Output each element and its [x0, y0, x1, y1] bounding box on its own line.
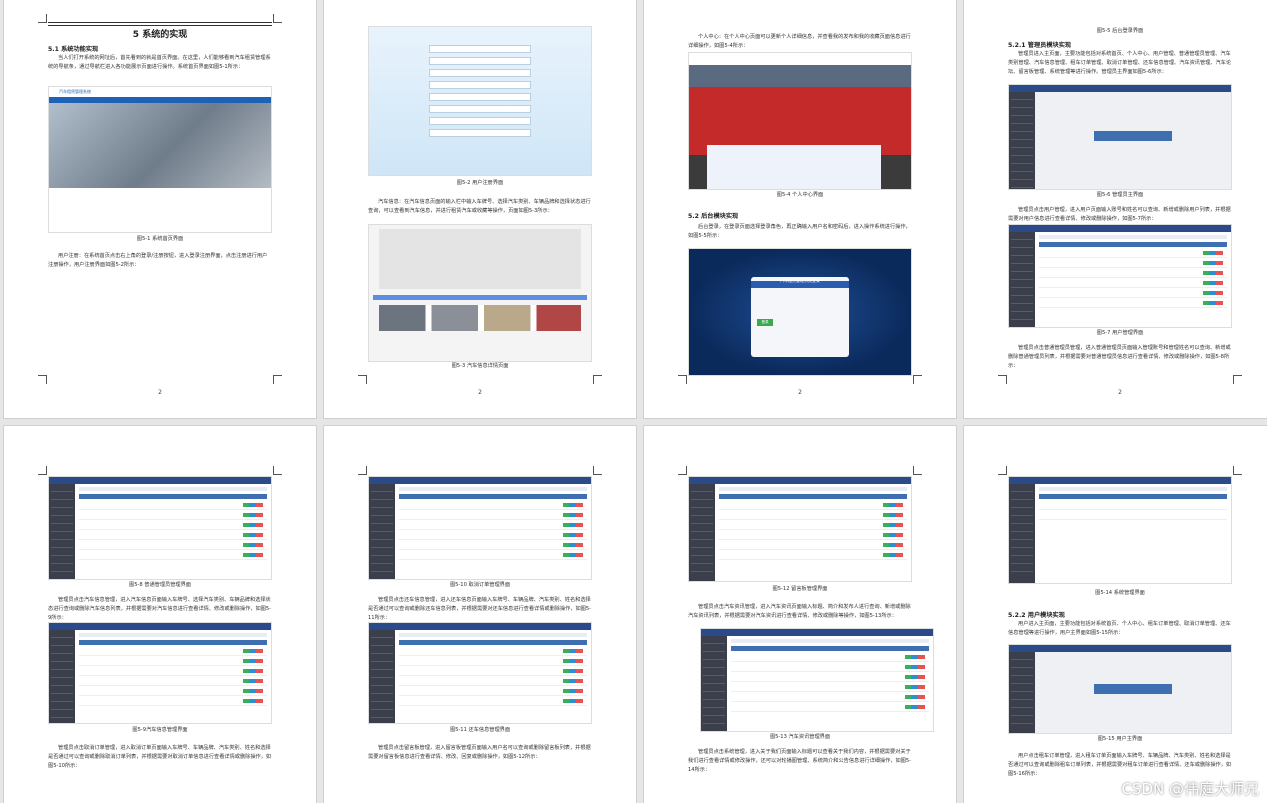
paragraph: 管理员点击汽车信息管理，进入汽车信息页面输入车牌号、选择汽车类别、车辆品牌和选择… [48, 597, 272, 621]
document-page-1: 5 系统的实现 5.1 系统功能实现 当人们打开系统的网址后，首先看到的就是首页… [4, 0, 316, 418]
paragraph: 后台登录，在登录页面选择登录角色，再正确输入用户名和密码后，进入操作系统进行操作… [688, 224, 911, 239]
crop-mark [273, 14, 282, 23]
document-page-7: 图5-12 留言板管理界面 管理员点击汽车资讯管理，进入汽车资讯页面输入标题、简… [644, 426, 956, 803]
document-page-3: 个人中心：在个人中心页面可以更新个人详细信息，并查看我的发布和我的收藏页面信息进… [644, 0, 956, 418]
paragraph: 用户进入主页面，主要功能包括对系统首页、个人中心、租车订单管理、取消订单管理、还… [1008, 621, 1231, 636]
figure-caption: 图5-10 取消订单管理界面 [449, 582, 511, 588]
crop-mark [38, 375, 47, 384]
crop-mark [678, 466, 687, 475]
page-number: 2 [158, 389, 162, 396]
document-page-2: 图5-2 用户注册界面 汽车信息：在汽车信息页面的输入栏中输入车牌号、选择汽车类… [324, 0, 636, 418]
figure-caption: 图5-14 系统管理界面 [1095, 590, 1145, 596]
figure-caption: 图5-8 普通管理员管理界面 [129, 582, 191, 588]
crop-mark [593, 375, 602, 384]
crop-mark [593, 466, 602, 475]
document-page-4: 图5-5 后台登录界面 5.2.1 管理员模块实现 管理员进入主页面，主要功能包… [964, 0, 1267, 418]
paragraph: 管理员点击汽车资讯管理，进入汽车资讯页面输入标题、简介和发布人进行查询、新增或删… [688, 604, 911, 619]
figure-caption: 图5-5 后台登录界面 [1096, 28, 1144, 34]
crop-mark [273, 375, 282, 384]
admin-login-screenshot: 汽车租赁管理系统登录 登录 [688, 248, 912, 376]
section-heading: 5.2.1 管理员模块实现 [1008, 42, 1072, 49]
figure-caption: 图5-12 留言板管理界面 [772, 586, 828, 592]
crop-mark [273, 466, 282, 475]
figure-caption: 图5-13 汽车资讯管理界面 [769, 734, 831, 740]
figure-caption: 图5-6 管理员主界面 [1096, 192, 1144, 198]
paragraph: 管理员点击留言板管理，进入留言板管理页面输入用户名可以查询或删除留言板列表，并根… [368, 745, 591, 760]
paragraph: 管理员点击系统管理，进入关于我们页面输入标题可以查看关于我们内容，并根据需要对关… [688, 749, 912, 773]
figure-caption: 图5-11 还车信息管理界面 [449, 727, 511, 733]
paragraph: 当人们打开系统的网址后，首先看到的就是首页界面。在这里，人们能够看到汽车租赁管理… [48, 55, 271, 70]
car-detail-screenshot [368, 224, 592, 362]
paragraph: 管理员进入主页面，主要功能包括对系统首页、个人中心、用户管理、普通管理员管理、汽… [1008, 51, 1232, 75]
page-number: 2 [478, 389, 482, 396]
paragraph: 管理员点击用户管理，进入用户页面输入账号和姓名可以查询、新增或删除用户列表，并根… [1008, 207, 1231, 222]
crop-mark [998, 375, 1007, 384]
homepage-screenshot: 汽车租赁管理系统 [48, 86, 272, 233]
figure-caption: 图5-2 用户注册界面 [456, 180, 504, 186]
admin-list-screenshot [368, 622, 592, 724]
admin-list-screenshot [48, 622, 272, 724]
figure-caption: 图5-4 个人中心界面 [776, 192, 824, 198]
crop-mark [38, 14, 47, 23]
page-number: 2 [798, 389, 802, 396]
system-management-screenshot [1008, 476, 1232, 584]
site-title: 汽车租赁管理系统 [59, 89, 91, 94]
crop-mark [1233, 375, 1242, 384]
document-page-6: 图5-10 取消订单管理界面 管理员点击还车信息管理，进入还车信息页面输入车牌号… [324, 426, 636, 803]
paragraph: 汽车信息：在汽车信息页面的输入栏中输入车牌号、选择汽车类别、车辆品牌和选择状态进… [368, 199, 591, 214]
personal-center-screenshot [688, 52, 912, 190]
admin-list-screenshot [688, 476, 912, 582]
document-page-5: 图5-8 普通管理员管理界面 管理员点击汽车信息管理，进入汽车信息页面输入车牌号… [4, 426, 316, 803]
figure-caption: 图5-9汽车信息管理界面 [132, 727, 188, 733]
admin-list-screenshot [48, 476, 272, 580]
page-number: 2 [1118, 389, 1122, 396]
admin-list-screenshot [368, 476, 592, 580]
paragraph: 管理员点击还车信息管理，进入还车信息页面输入车牌号、车辆品牌、汽车类别、姓名和选… [368, 597, 592, 621]
section-heading: 5.2 后台模块实现 [688, 213, 739, 220]
crop-mark [913, 375, 922, 384]
paragraph: 管理员点击普通管理员管理，进入普通管理员页面输入管理账号和管理姓名可以查询、新增… [1008, 345, 1231, 369]
crop-mark [358, 375, 367, 384]
paragraph: 用户注册：在系统首页点击右上角的登录/注册按钮，进入登录注册界面，点击注册进行用… [48, 253, 268, 268]
login-button: 登录 [757, 318, 774, 326]
admin-main-screenshot [1008, 84, 1232, 190]
user-main-screenshot [1008, 644, 1232, 734]
figure-caption: 图5-15 用户主界面 [1097, 736, 1143, 742]
crop-mark [1233, 466, 1242, 475]
register-screenshot [368, 26, 592, 176]
paragraph: 用户点击租车订单管理，进入租车订单页面输入车牌号、车辆品牌、汽车类别、姓名和选择… [1008, 753, 1232, 777]
paragraph: 个人中心：在个人中心页面可以更新个人详细信息，并查看我的发布和我的收藏页面信息进… [688, 34, 911, 49]
admin-list-screenshot [700, 628, 934, 732]
paragraph: 管理员点击取消订单管理，进入取消订单页面输入车牌号、车辆品牌、汽车类别、姓名和选… [48, 745, 272, 769]
crop-mark [358, 466, 367, 475]
watermark: CSDN @伟庭大师兄 [1121, 780, 1259, 798]
figure-caption: 图5-1 系统首页界面 [136, 236, 184, 242]
login-title: 汽车租赁管理系统登录 [780, 277, 820, 283]
figure-caption: 图5-3 汽车信息详情页面 [451, 363, 509, 369]
crop-mark [913, 466, 922, 475]
section-heading: 5.1 系统功能实现 [48, 46, 99, 53]
document-page-8: 图5-14 系统管理界面 5.2.2 用户模块实现 用户进入主页面，主要功能包括… [964, 426, 1267, 803]
crop-mark [38, 466, 47, 475]
user-management-screenshot [1008, 224, 1232, 328]
figure-caption: 图5-7 用户管理界面 [1096, 330, 1144, 336]
section-heading: 5.2.2 用户模块实现 [1008, 612, 1065, 619]
crop-mark [998, 466, 1007, 475]
crop-mark [678, 375, 687, 384]
chapter-heading: 5 系统的实现 [132, 30, 188, 40]
